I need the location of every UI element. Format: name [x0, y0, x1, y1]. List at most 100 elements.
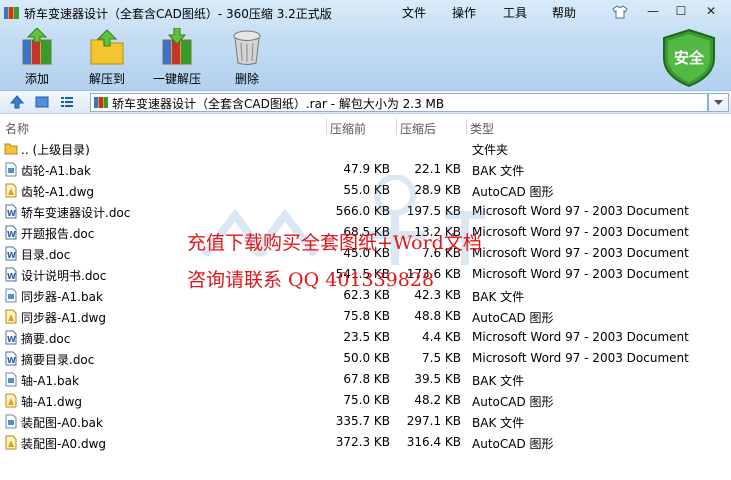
- svg-text:W: W: [7, 209, 16, 218]
- column-divider[interactable]: [326, 119, 327, 135]
- file-name: 开题报告.doc: [21, 227, 95, 241]
- table-row[interactable]: .. (上级目录) 文件夹: [0, 138, 731, 159]
- file-name: 轴-A1.dwg: [21, 395, 83, 409]
- file-size: 23.5 KB: [343, 330, 390, 344]
- file-type: AutoCAD 图形: [472, 395, 554, 409]
- file-type: Microsoft Word 97 - 2003 Document: [472, 225, 689, 239]
- large-icons-view-icon[interactable]: [34, 94, 50, 110]
- word-file-icon: W: [5, 204, 17, 219]
- file-name: 装配图-A0.dwg: [21, 437, 107, 451]
- add-button-label: 添加: [24, 72, 49, 86]
- table-row[interactable]: 装配图-A0.dwg 372.3 KB 316.4 KB AutoCAD 图形: [0, 432, 731, 453]
- file-packed-size: 22.1 KB: [414, 162, 461, 176]
- table-row[interactable]: W 摘要.doc 23.5 KB 4.4 KB Microsoft Word 9…: [0, 327, 731, 348]
- extract-to-label: 解压到: [88, 72, 125, 86]
- column-divider[interactable]: [396, 119, 397, 135]
- menu-file[interactable]: 文件: [402, 4, 426, 21]
- trash-bin-icon: [233, 30, 261, 65]
- chevron-down-icon: [714, 100, 723, 105]
- extract-folder-icon: [90, 29, 124, 65]
- file-name: 装配图-A0.bak: [21, 416, 103, 430]
- dwg-file-icon: [5, 435, 17, 450]
- file-packed-size: 48.2 KB: [414, 393, 461, 407]
- menu-help[interactable]: 帮助: [552, 4, 576, 21]
- list-view-icon[interactable]: [59, 94, 75, 110]
- up-arrow-icon[interactable]: [9, 94, 25, 110]
- skin-tshirt-icon[interactable]: [612, 5, 628, 19]
- table-row[interactable]: W 摘要目录.doc 50.0 KB 7.5 KB Microsoft Word…: [0, 348, 731, 369]
- address-dropdown-button[interactable]: [708, 93, 729, 112]
- table-row[interactable]: 同步器-A1.dwg 75.8 KB 48.8 KB AutoCAD 图形: [0, 306, 731, 327]
- title-bar: 轿车变速器设计（全套含CAD图纸）- 360压缩 3.2正式版 文件 操作 工具…: [0, 0, 731, 26]
- svg-text:W: W: [7, 230, 16, 239]
- column-header-original-size[interactable]: 压缩前: [330, 120, 366, 137]
- file-packed-size: 4.4 KB: [422, 330, 461, 344]
- file-size: 67.8 KB: [343, 372, 390, 386]
- menu-tools[interactable]: 工具: [503, 4, 527, 21]
- table-row[interactable]: 装配图-A0.bak 335.7 KB 297.1 KB BAK 文件: [0, 411, 731, 432]
- table-row[interactable]: 轴-A1.bak 67.8 KB 39.5 KB BAK 文件: [0, 369, 731, 390]
- column-header-type[interactable]: 类型: [470, 120, 494, 137]
- file-type: Microsoft Word 97 - 2003 Document: [472, 246, 689, 260]
- folder-icon: [4, 143, 18, 155]
- file-type: Microsoft Word 97 - 2003 Document: [472, 351, 689, 365]
- file-name: 同步器-A1.dwg: [21, 311, 107, 325]
- one-click-extract-button[interactable]: 一键解压: [147, 28, 207, 87]
- security-shield[interactable]: 安全: [660, 28, 718, 88]
- word-file-icon: W: [5, 267, 17, 282]
- security-badge-text: 安全: [673, 49, 704, 67]
- file-type: AutoCAD 图形: [472, 437, 554, 451]
- rar-archive-icon: [94, 97, 108, 108]
- bak-file-icon: [5, 414, 17, 429]
- extract-to-button[interactable]: 解压到: [77, 28, 137, 87]
- close-button[interactable]: ✕: [700, 3, 722, 19]
- watermark-text-line2: 咨询请联系 QQ 401339828: [187, 269, 435, 291]
- file-size: 75.0 KB: [343, 393, 390, 407]
- file-name: 齿轮-A1.bak: [21, 164, 91, 178]
- word-file-icon: W: [5, 246, 17, 261]
- file-type: Microsoft Word 97 - 2003 Document: [472, 204, 689, 218]
- column-header-packed-size[interactable]: 压缩后: [400, 120, 436, 137]
- word-file-icon: W: [5, 351, 17, 366]
- table-row[interactable]: 轴-A1.dwg 75.0 KB 48.2 KB AutoCAD 图形: [0, 390, 731, 411]
- one-click-extract-icon: [162, 28, 192, 65]
- file-type: BAK 文件: [472, 374, 525, 388]
- file-size: 47.9 KB: [343, 162, 390, 176]
- file-name: 齿轮-A1.dwg: [21, 185, 95, 199]
- file-size: 75.8 KB: [343, 309, 390, 323]
- file-name: 轿车变速器设计.doc: [21, 206, 131, 220]
- file-name: 摘要.doc: [21, 332, 71, 346]
- file-type: Microsoft Word 97 - 2003 Document: [472, 267, 689, 281]
- app-archive-icon: [4, 7, 19, 19]
- svg-text:W: W: [7, 335, 16, 344]
- address-path: 轿车变速器设计（全套含CAD图纸）.rar - 解包大小为 2.3 MB: [112, 97, 445, 111]
- file-packed-size: 7.5 KB: [422, 351, 461, 365]
- dwg-file-icon: [5, 309, 17, 324]
- address-field[interactable]: 轿车变速器设计（全套含CAD图纸）.rar - 解包大小为 2.3 MB: [90, 93, 708, 112]
- file-name: 摘要目录.doc: [21, 353, 95, 367]
- svg-text:W: W: [7, 272, 16, 281]
- menu-operation[interactable]: 操作: [452, 4, 476, 21]
- file-type: 文件夹: [472, 143, 509, 157]
- maximize-button[interactable]: ☐: [670, 3, 692, 19]
- bak-file-icon: [5, 288, 17, 303]
- dwg-file-icon: [5, 183, 17, 198]
- minimize-button[interactable]: —: [642, 3, 664, 19]
- delete-label: 删除: [234, 72, 259, 86]
- delete-button[interactable]: 删除: [217, 28, 277, 87]
- svg-text:W: W: [7, 356, 16, 365]
- bak-file-icon: [5, 162, 17, 177]
- navigation-bar: 轿车变速器设计（全套含CAD图纸）.rar - 解包大小为 2.3 MB: [0, 91, 731, 114]
- file-name: 同步器-A1.bak: [21, 290, 103, 304]
- file-packed-size: 39.5 KB: [414, 372, 461, 386]
- window-title: 轿车变速器设计（全套含CAD图纸）- 360压缩 3.2正式版: [24, 7, 332, 21]
- file-packed-size: 297.1 KB: [406, 414, 461, 428]
- column-divider[interactable]: [466, 119, 467, 135]
- watermark-text-line1: 充值下载购买全套图纸+Word文档: [187, 232, 482, 254]
- top-area: 轿车变速器设计（全套含CAD图纸）- 360压缩 3.2正式版 文件 操作 工具…: [0, 0, 731, 91]
- file-list-header: 名称 压缩前 压缩后 类型: [0, 117, 731, 137]
- add-button[interactable]: 添加: [7, 28, 67, 87]
- word-file-icon: W: [5, 225, 17, 240]
- column-header-name[interactable]: 名称: [5, 120, 29, 137]
- file-packed-size: 316.4 KB: [406, 435, 461, 449]
